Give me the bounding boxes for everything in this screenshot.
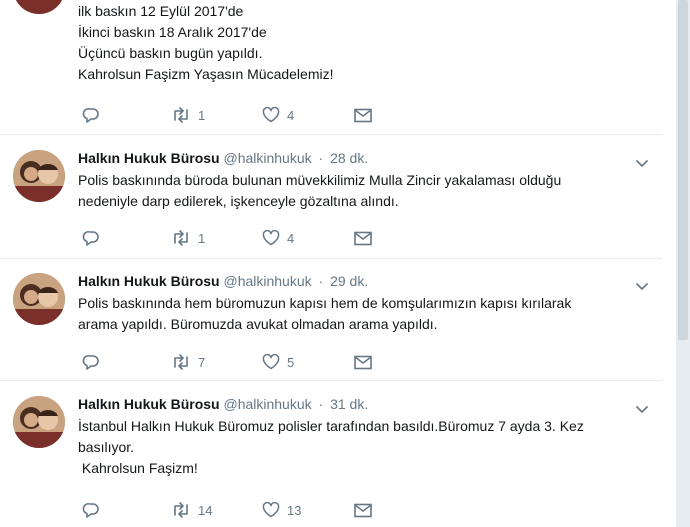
- like-button[interactable]: 4: [262, 228, 294, 248]
- retweet-count: 7: [198, 354, 206, 370]
- reply-icon: [82, 502, 99, 518]
- tweet-actions: 1 4: [78, 228, 478, 248]
- tweet-text-line: Polis baskınında hem büromuzun kapısı he…: [78, 295, 572, 311]
- message-button[interactable]: [354, 500, 372, 520]
- retweet-icon: [174, 502, 188, 518]
- tweet-item[interactable]: ilk baskın 12 Eylül 2017'de İkinci baskı…: [0, 0, 662, 135]
- user-handle[interactable]: @halkinhukuk: [223, 273, 311, 289]
- heart-icon: [262, 107, 280, 123]
- like-button[interactable]: 5: [262, 352, 294, 372]
- display-name[interactable]: Halkın Hukuk Bürosu: [78, 273, 220, 289]
- tweet-actions: 14 13: [78, 500, 478, 520]
- tweet-header: Halkın Hukuk Bürosu @halkinhukuk · 29 dk…: [78, 273, 368, 289]
- message-button[interactable]: [354, 105, 372, 125]
- tweet-text: İstanbul Halkın Hukuk Büromuz polisler t…: [78, 416, 648, 479]
- like-count: 13: [287, 502, 302, 518]
- reply-icon: [82, 354, 99, 370]
- like-count: 4: [287, 230, 295, 246]
- user-handle[interactable]: @halkinhukuk: [223, 396, 311, 412]
- retweet-icon: [174, 354, 188, 370]
- tweet-text-line: Kahrolsun Faşizm Yaşasın Mücadelemiz!: [78, 66, 334, 82]
- retweet-button[interactable]: 1: [171, 105, 205, 125]
- message-button[interactable]: [354, 352, 372, 372]
- avatar[interactable]: [13, 273, 65, 325]
- tweet-item[interactable]: Halkın Hukuk Bürosu @halkinhukuk · 31 dk…: [0, 381, 662, 527]
- timestamp[interactable]: 29 dk.: [330, 273, 368, 289]
- envelope-icon: [354, 231, 372, 245]
- heart-icon: [262, 230, 280, 246]
- timeline: ilk baskın 12 Eylül 2017'de İkinci baskı…: [0, 0, 662, 527]
- separator: ·: [318, 150, 324, 166]
- retweet-button[interactable]: 7: [171, 352, 205, 372]
- chevron-down-icon: [635, 282, 649, 291]
- retweet-icon: [174, 230, 188, 246]
- retweet-icon: [174, 107, 188, 123]
- retweet-count: 14: [198, 502, 213, 518]
- like-button[interactable]: 4: [262, 105, 294, 125]
- separator: ·: [318, 273, 324, 289]
- tweet-actions: 1 4: [78, 105, 478, 125]
- chevron-down-icon: [635, 405, 649, 414]
- more-options-button[interactable]: [635, 401, 649, 414]
- tweet-text: Polis baskınında büroda bulunan müvekkil…: [78, 170, 648, 212]
- timestamp[interactable]: 31 dk.: [330, 396, 368, 412]
- tweet-header: Halkın Hukuk Bürosu @halkinhukuk · 31 dk…: [78, 396, 368, 412]
- tweet-item[interactable]: Halkın Hukuk Bürosu @halkinhukuk · 29 dk…: [0, 259, 662, 381]
- reply-icon: [82, 230, 99, 246]
- scrollbar[interactable]: [678, 0, 688, 340]
- chevron-down-icon: [635, 159, 649, 168]
- tweet-text-line: Kahrolsun Faşizm!: [78, 460, 198, 476]
- separator: ·: [318, 396, 324, 412]
- tweet-header: Halkın Hukuk Bürosu @halkinhukuk · 28 dk…: [78, 150, 368, 166]
- like-count: 5: [287, 354, 295, 370]
- reply-button[interactable]: [82, 228, 100, 248]
- tweet-item[interactable]: Halkın Hukuk Bürosu @halkinhukuk · 28 dk…: [0, 135, 662, 259]
- retweet-count: 1: [198, 107, 206, 123]
- tweet-text-line: Polis baskınında büroda bulunan müvekkil…: [78, 172, 562, 188]
- like-count: 4: [287, 107, 295, 123]
- timestamp[interactable]: 28 dk.: [330, 150, 368, 166]
- message-button[interactable]: [354, 228, 372, 248]
- envelope-icon: [354, 355, 372, 369]
- reply-button[interactable]: [82, 352, 100, 372]
- reply-icon: [82, 107, 99, 123]
- more-options-button[interactable]: [635, 278, 649, 291]
- tweet-text: ilk baskın 12 Eylül 2017'de İkinci baskı…: [78, 1, 648, 85]
- envelope-icon: [354, 108, 372, 122]
- heart-icon: [262, 502, 280, 518]
- avatar[interactable]: [13, 0, 65, 14]
- tweet-actions: 7 5: [78, 352, 478, 372]
- tweet-text: Polis baskınında hem büromuzun kapısı he…: [78, 293, 648, 335]
- like-button[interactable]: 13: [262, 500, 301, 520]
- retweet-button[interactable]: 1: [171, 228, 205, 248]
- envelope-icon: [354, 503, 372, 517]
- user-handle[interactable]: @halkinhukuk: [223, 150, 311, 166]
- heart-icon: [262, 354, 280, 370]
- tweet-text-line: basılıyor.: [78, 439, 135, 455]
- reply-button[interactable]: [82, 500, 100, 520]
- tweet-text-line: ilk baskın 12 Eylül 2017'de: [78, 3, 244, 19]
- tweet-text-line: Üçüncü baskın bugün yapıldı.: [78, 45, 263, 61]
- avatar[interactable]: [13, 396, 65, 448]
- tweet-text-line: arama yapıldı. Büromuzda avukat olmadan …: [78, 316, 438, 332]
- tweet-text-line: nedeniyle darp edilerek, işkenceyle göza…: [78, 193, 399, 209]
- retweet-count: 1: [198, 230, 206, 246]
- display-name[interactable]: Halkın Hukuk Bürosu: [78, 150, 220, 166]
- reply-button[interactable]: [82, 105, 100, 125]
- retweet-button[interactable]: 14: [171, 500, 212, 520]
- avatar[interactable]: [13, 150, 65, 202]
- display-name[interactable]: Halkın Hukuk Bürosu: [78, 396, 220, 412]
- tweet-text-line: İstanbul Halkın Hukuk Büromuz polisler t…: [78, 418, 584, 434]
- more-options-button[interactable]: [635, 155, 649, 168]
- tweet-text-line: İkinci baskın 18 Aralık 2017'de: [78, 24, 267, 40]
